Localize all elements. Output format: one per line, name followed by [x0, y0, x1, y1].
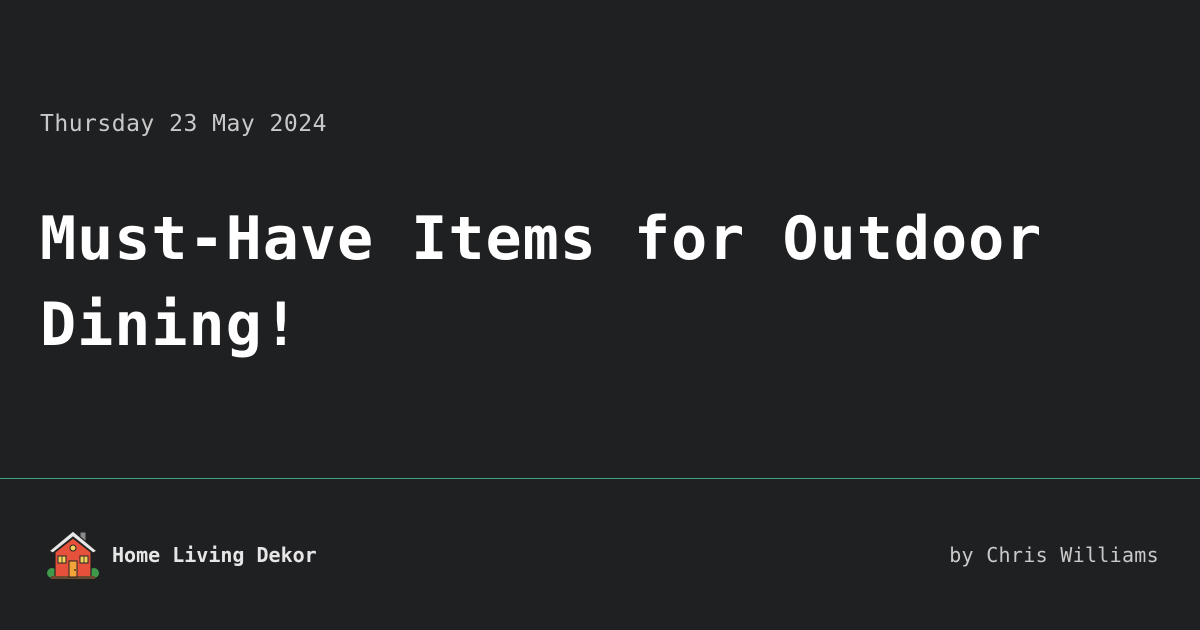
post-title: Must-Have Items for Outdoor Dining!: [40, 204, 1043, 360]
divider: [0, 478, 1200, 479]
post-date: Thursday 23 May 2024: [40, 111, 327, 137]
brand-name: Home Living Dekor: [112, 543, 317, 567]
author-byline: by Chris Williams: [949, 543, 1159, 567]
social-card: Thursday 23 May 2024 Must-Have Items for…: [0, 0, 1200, 630]
house-icon: [46, 528, 100, 582]
